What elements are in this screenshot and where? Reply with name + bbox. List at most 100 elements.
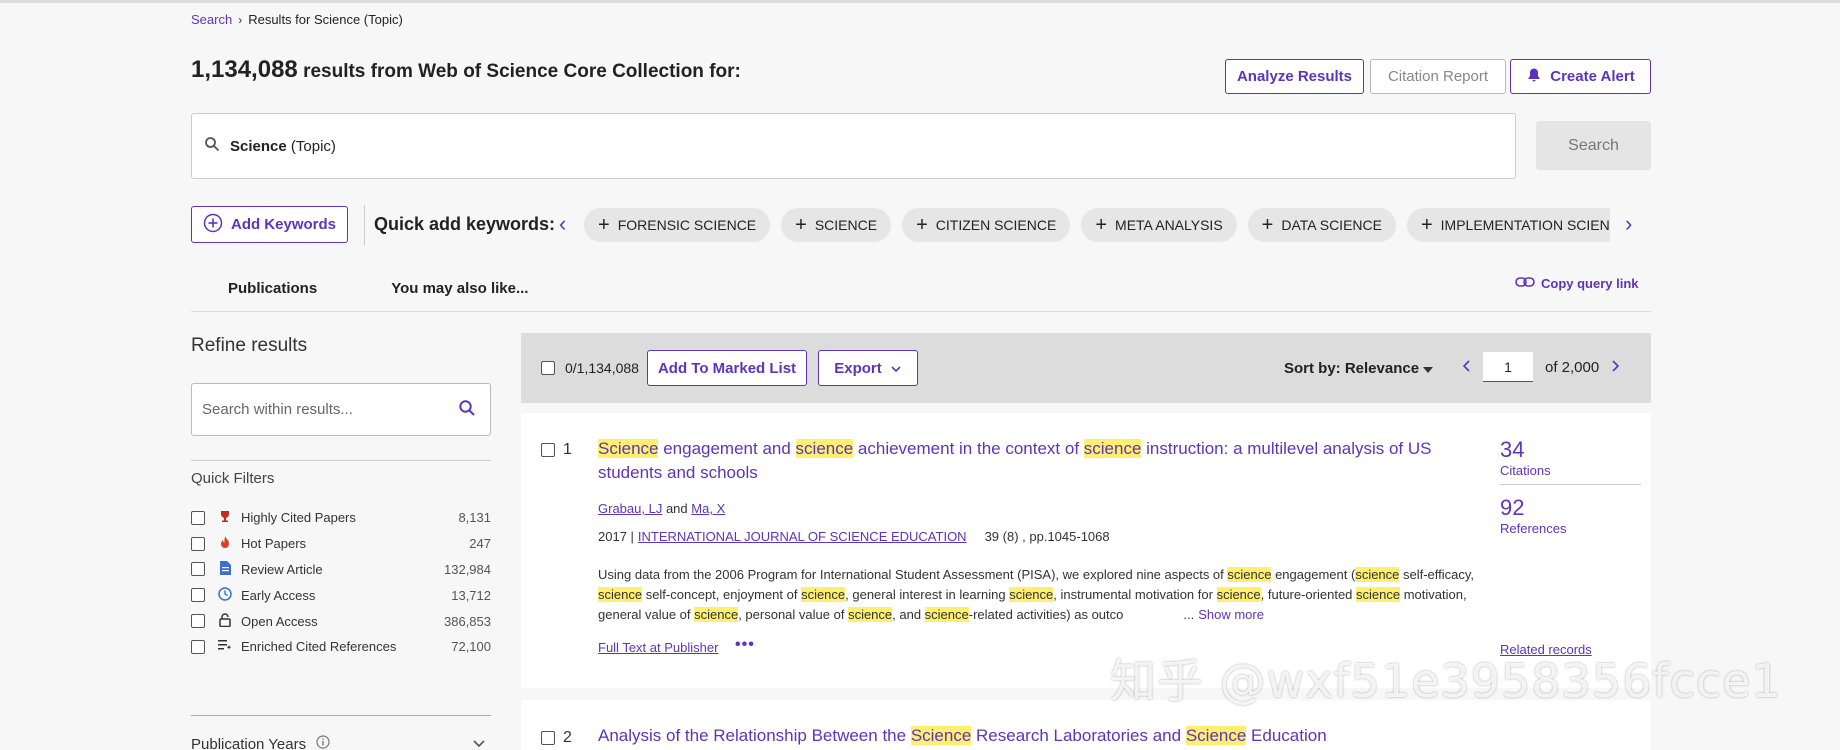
top-shadow [0, 0, 1840, 3]
analyze-results-label: Analyze Results [1236, 68, 1353, 85]
chevron-down-icon[interactable] [472, 736, 486, 750]
keyword-chip[interactable]: + IMPLEMENTATION SCIENCE [1406, 208, 1610, 242]
filter-hot-papers[interactable]: Hot Papers 247 [191, 531, 491, 557]
keyword-chip[interactable]: + META ANALYSIS [1081, 208, 1237, 242]
filter-label: Hot Papers [241, 536, 307, 552]
checkbox[interactable] [541, 443, 555, 457]
chevron-right-icon[interactable] [1611, 359, 1620, 376]
references-metric[interactable]: 92 References [1500, 495, 1566, 536]
filter-count: 8,131 [458, 510, 491, 526]
page-total: of 2,000 [1545, 358, 1600, 376]
search-button[interactable]: Search [1536, 121, 1651, 170]
add-keywords-button[interactable]: Add Keywords [191, 206, 348, 243]
citation-report-button[interactable]: Citation Report [1370, 59, 1506, 94]
tab-also-like[interactable]: You may also like... [354, 276, 565, 301]
filter-count: 386,853 [444, 613, 491, 629]
filter-open-access[interactable]: Open Access 386,853 [191, 608, 491, 634]
journal-link[interactable]: INTERNATIONAL JOURNAL OF SCIENCE EDUCATI… [638, 529, 967, 544]
query-term: Science [230, 137, 287, 155]
record-title[interactable]: Science engagement and science achieveme… [598, 437, 1488, 485]
breadcrumb: Search › Results for Science (Topic) [191, 12, 403, 27]
checkbox[interactable] [191, 536, 205, 551]
checkbox[interactable] [541, 361, 555, 375]
breadcrumb-search-link[interactable]: Search [191, 12, 232, 27]
search-icon[interactable] [458, 399, 476, 421]
keyword-chip-label: IMPLEMENTATION SCIENCE [1440, 217, 1610, 233]
chevron-left-icon[interactable] [1462, 359, 1471, 376]
show-more-link[interactable]: Show more [1198, 607, 1264, 622]
highlight: science [1355, 567, 1400, 582]
filter-count: 72,100 [451, 639, 491, 655]
title-text: achievement in the context of [853, 439, 1084, 458]
plus-circle-icon [203, 213, 223, 237]
refine-title: Refine results [191, 335, 308, 356]
keyword-chip[interactable]: + CITIZEN SCIENCE [902, 208, 1071, 242]
sort-dropdown[interactable]: Sort by: Relevance [1284, 360, 1434, 377]
abstract-ellipsis: ... [1183, 607, 1195, 622]
chevron-right-icon[interactable]: › [1625, 211, 1632, 237]
filter-review-article[interactable]: Review Article 132,984 [191, 557, 491, 583]
filter-early-access[interactable]: Early Access 13,712 [191, 582, 491, 608]
result-tabs: Publications You may also like... [191, 276, 565, 301]
record-title[interactable]: Analysis of the Relationship Between the… [598, 726, 1327, 746]
filter-label: Early Access [241, 587, 316, 603]
copy-query-link[interactable]: Copy query link [1515, 276, 1639, 291]
keyword-chip-label: CITIZEN SCIENCE [935, 217, 1057, 233]
filter-enriched-refs[interactable]: Enriched Cited References 72,100 [191, 634, 491, 660]
full-text-link[interactable]: Full Text at Publisher [598, 640, 718, 655]
checkbox[interactable] [191, 639, 205, 654]
select-all-checkbox[interactable] [541, 361, 555, 375]
query-box[interactable]: Science (Topic) [191, 113, 1516, 179]
highlight: science [848, 607, 893, 622]
record-authors: Grabau, LJ and Ma, X [598, 501, 725, 516]
create-alert-button[interactable]: Create Alert [1510, 59, 1651, 94]
analyze-results-button[interactable]: Analyze Results [1225, 59, 1364, 94]
highlight: science [1009, 587, 1054, 602]
more-options-icon[interactable]: ••• [735, 636, 755, 654]
chevron-left-icon[interactable]: ‹ [559, 211, 566, 237]
search-within-input[interactable]: Search within results... [191, 383, 491, 436]
author-link[interactable]: Ma, X [691, 501, 725, 516]
abstract-text: , future-oriented [1260, 587, 1357, 602]
checkbox[interactable] [541, 731, 555, 745]
record-volume: 39 (8) , pp.1045-1068 [984, 529, 1110, 544]
record-checkbox[interactable] [541, 443, 555, 457]
keyword-chip-label: SCIENCE [814, 217, 878, 233]
plus-icon: + [1095, 214, 1108, 236]
record-checkbox[interactable] [541, 731, 555, 745]
export-button[interactable]: Export [818, 350, 918, 386]
keyword-chip[interactable]: + SCIENCE [781, 208, 892, 242]
abstract-text: Using data from the 2006 Program for Int… [598, 567, 1228, 582]
tab-publications[interactable]: Publications [191, 276, 354, 301]
filter-label: Enriched Cited References [241, 639, 397, 655]
add-to-marked-list-button[interactable]: Add To Marked List [647, 350, 807, 386]
divider [191, 311, 1651, 312]
checkbox[interactable] [191, 562, 205, 577]
bell-icon [1526, 67, 1542, 87]
divider [1500, 484, 1641, 485]
checkbox[interactable] [191, 588, 205, 603]
sort-label: Sort by: [1284, 360, 1341, 377]
info-icon [316, 735, 330, 750]
abstract-text: , and [892, 607, 925, 622]
keyword-chip-label: FORENSIC SCIENCE [617, 217, 757, 233]
flame-icon [215, 535, 235, 552]
filter-highly-cited[interactable]: Highly Cited Papers 8,131 [191, 505, 491, 531]
keyword-chip[interactable]: + FORENSIC SCIENCE [584, 208, 771, 242]
keyword-chip[interactable]: + DATA SCIENCE [1247, 208, 1396, 242]
create-alert-label: Create Alert [1550, 68, 1635, 85]
page-number-input[interactable]: 1 [1483, 352, 1533, 382]
keyword-chip-label: META ANALYSIS [1115, 217, 1223, 233]
checkbox[interactable] [191, 510, 205, 525]
chevron-right-icon: › [238, 12, 243, 27]
checkbox[interactable] [191, 614, 205, 629]
citations-metric[interactable]: 34 Citations [1500, 437, 1551, 478]
publication-years-filter[interactable]: Publication Years [191, 735, 330, 750]
highlight: science [1356, 587, 1401, 602]
results-source: results from Web of Science Core Collect… [303, 61, 741, 82]
publication-years-label: Publication Years [191, 735, 307, 750]
highlight: science [694, 607, 739, 622]
author-link[interactable]: Grabau, LJ [598, 501, 662, 516]
abstract-text: self-concept, enjoyment of [642, 587, 802, 602]
query-field: (Topic) [290, 137, 336, 155]
